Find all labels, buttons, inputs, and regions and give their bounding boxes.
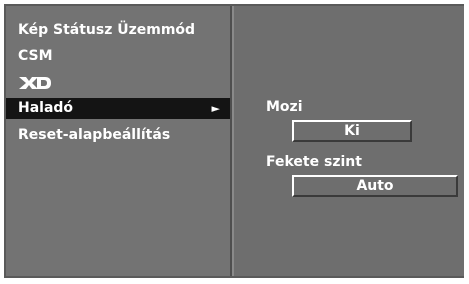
black-level-label: Fekete szint	[266, 154, 362, 170]
menu-item-picture-mode[interactable]: Kép Státusz Üzemmód	[6, 20, 230, 41]
menu-item-csm[interactable]: CSM	[6, 46, 230, 67]
menu-item-reset[interactable]: Reset-alapbeállítás	[6, 125, 230, 146]
osd-menu-panel: Kép Státusz Üzemmód CSM XD Haladó ► Rese…	[4, 4, 464, 278]
black-level-value-box[interactable]: Auto	[292, 175, 458, 197]
submenu-panel: Mozi Ki Fekete szint Auto	[232, 6, 464, 276]
menu-item-xd[interactable]: XD	[18, 74, 52, 92]
submenu-arrow-icon: ►	[211, 102, 220, 115]
mozi-value-box[interactable]: Ki	[292, 120, 412, 142]
mozi-label: Mozi	[266, 99, 303, 115]
xd-logo-icon	[19, 77, 51, 89]
menu-item-advanced[interactable]: Haladó ►	[6, 98, 230, 119]
main-menu: Kép Státusz Üzemmód CSM XD Haladó ► Rese…	[6, 6, 232, 276]
menu-item-advanced-label: Haladó	[18, 100, 74, 116]
